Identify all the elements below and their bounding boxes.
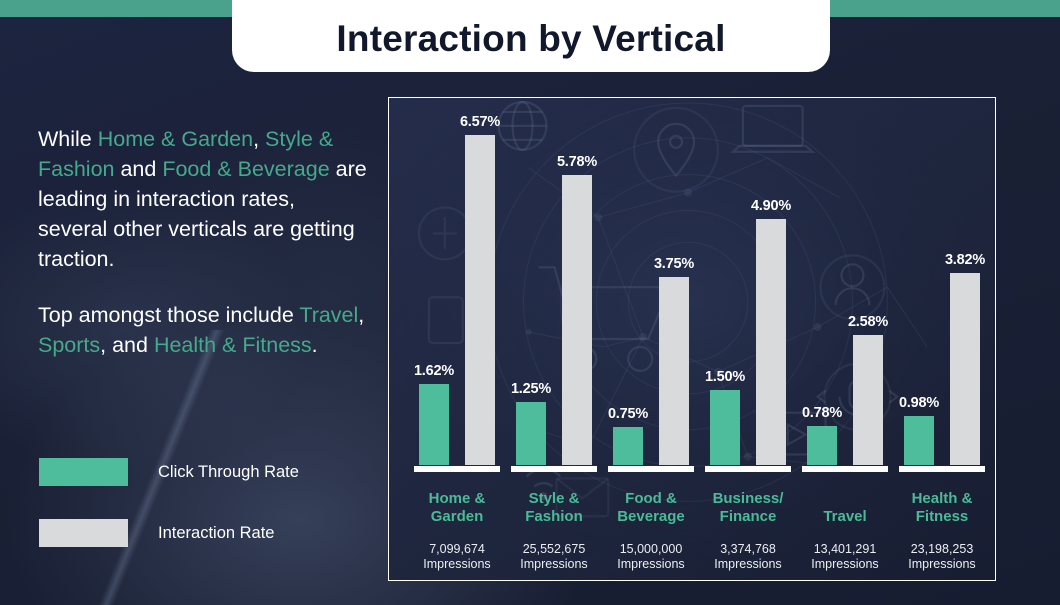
intro-2-seg-4: , and xyxy=(100,333,154,357)
chart-panel: 1.62% 6.57% Home & Garden 7,099,674 Impressio… xyxy=(388,97,996,581)
category-label: Health & Fitness xyxy=(911,490,973,525)
intro-1-seg-2: , xyxy=(253,127,266,151)
legend-item-ctr[interactable]: Click Through Rate xyxy=(39,458,299,486)
group-baseline xyxy=(511,466,597,472)
bar-ir[interactable]: 2.58% xyxy=(848,314,888,465)
intro-2-seg-2: , xyxy=(358,303,365,327)
impressions-label: 7,099,674 Impressions xyxy=(423,542,491,571)
group-baseline xyxy=(899,466,985,472)
bar-group: 0.78% 2.58% Travel 13,401,291 Impressions xyxy=(797,98,893,580)
intro-2-seg-5: Health & Fitness xyxy=(153,333,312,357)
bar-value-label: 1.50% xyxy=(704,368,746,385)
impressions-label: 15,000,000 Impressions xyxy=(617,542,685,571)
bar-ctr[interactable]: 1.62% xyxy=(414,363,454,465)
bar-ir[interactable]: 3.75% xyxy=(654,256,694,465)
intro-2-seg-0: Top amongst those include xyxy=(38,303,300,327)
category-label: Food & Beverage xyxy=(617,490,685,525)
group-baseline xyxy=(802,466,888,472)
bar-value-label: 0.98% xyxy=(898,394,940,411)
bar-ctr[interactable]: 0.78% xyxy=(802,405,842,465)
bar-value-label: 1.25% xyxy=(510,381,552,398)
intro-2-seg-6: . xyxy=(311,333,318,357)
impressions-label: 23,198,253 Impressions xyxy=(908,542,976,571)
intro-paragraph-2: Top amongst those include Travel, Sports… xyxy=(38,300,368,360)
impressions-label: 13,401,291 Impressions xyxy=(811,542,879,571)
bar-value-label: 6.57% xyxy=(459,114,501,130)
bar-group: 0.75% 3.75% Food & Beverage 15,000,000 Impres… xyxy=(603,98,699,580)
intro-1-seg-4: and xyxy=(114,157,163,181)
category-label: Business/Finance xyxy=(712,490,784,525)
bar-group: 1.50% 4.90% Business/Finance 3,374,768 Impre… xyxy=(700,98,796,580)
intro-2-seg-3: Sports xyxy=(38,333,101,357)
bar-value-label: 4.90% xyxy=(750,197,792,214)
intro-paragraph-1: While Home & Garden, Style & Fashion and… xyxy=(38,124,368,274)
bar-group: 0.98% 3.82% Health & Fitness 23,198,253 Impre… xyxy=(894,98,990,580)
impressions-label: 25,552,675 Impressions xyxy=(520,542,588,571)
bar-ctr[interactable]: 1.50% xyxy=(705,369,745,465)
bar-group: 1.25% 5.78% Style & Fashion 25,552,675 Impres… xyxy=(506,98,602,580)
bar-ir[interactable]: 3.82% xyxy=(945,252,985,465)
group-baseline xyxy=(414,466,500,472)
bar-ir[interactable]: 5.78% xyxy=(557,154,597,465)
bar-value-label: 0.75% xyxy=(607,406,649,423)
group-baseline xyxy=(705,466,791,472)
category-label: Home & Garden xyxy=(428,490,486,525)
intro-1-seg-0: While xyxy=(38,127,98,151)
bar-group: 1.62% 6.57% Home & Garden 7,099,674 Impressio… xyxy=(409,98,505,580)
bar-chart-plot: 1.62% 6.57% Home & Garden 7,099,674 Impressio… xyxy=(389,98,995,580)
intro-1-seg-5: Food & Beverage xyxy=(162,157,330,181)
bar-value-label: 1.62% xyxy=(413,362,455,379)
chart-legend: Click Through Rate Interaction Rate xyxy=(39,458,299,547)
legend-item-ir[interactable]: Interaction Rate xyxy=(39,519,299,547)
intro-2-seg-1: Travel xyxy=(299,303,359,327)
bar-value-label: 3.75% xyxy=(653,255,695,272)
legend-label-ctr: Click Through Rate xyxy=(158,462,299,481)
bar-ctr[interactable]: 0.98% xyxy=(899,395,939,465)
title-tab: Interaction by Vertical xyxy=(232,0,830,72)
bar-value-label: 0.78% xyxy=(801,404,843,421)
group-baseline xyxy=(608,466,694,472)
page-title: Interaction by Vertical xyxy=(336,17,726,59)
left-copy-panel: While Home & Garden, Style & Fashion and… xyxy=(38,124,368,360)
legend-swatch-ctr xyxy=(39,458,128,486)
bar-value-label: 2.58% xyxy=(847,314,889,331)
category-label: Travel xyxy=(823,508,867,525)
bar-ir[interactable]: 4.90% xyxy=(751,198,791,465)
bar-ctr[interactable]: 1.25% xyxy=(511,381,551,465)
bar-value-label: 3.82% xyxy=(944,252,986,269)
intro-1-seg-1: Home & Garden xyxy=(97,127,254,151)
legend-swatch-ir xyxy=(39,519,128,547)
bar-value-label: 5.78% xyxy=(556,153,598,170)
bar-ir[interactable]: 6.57% xyxy=(460,114,500,465)
impressions-label: 3,374,768 Impressions xyxy=(714,542,782,571)
bar-ctr[interactable]: 0.75% xyxy=(608,406,648,465)
category-label: Style & Fashion xyxy=(525,490,583,525)
legend-label-ir: Interaction Rate xyxy=(158,523,275,542)
